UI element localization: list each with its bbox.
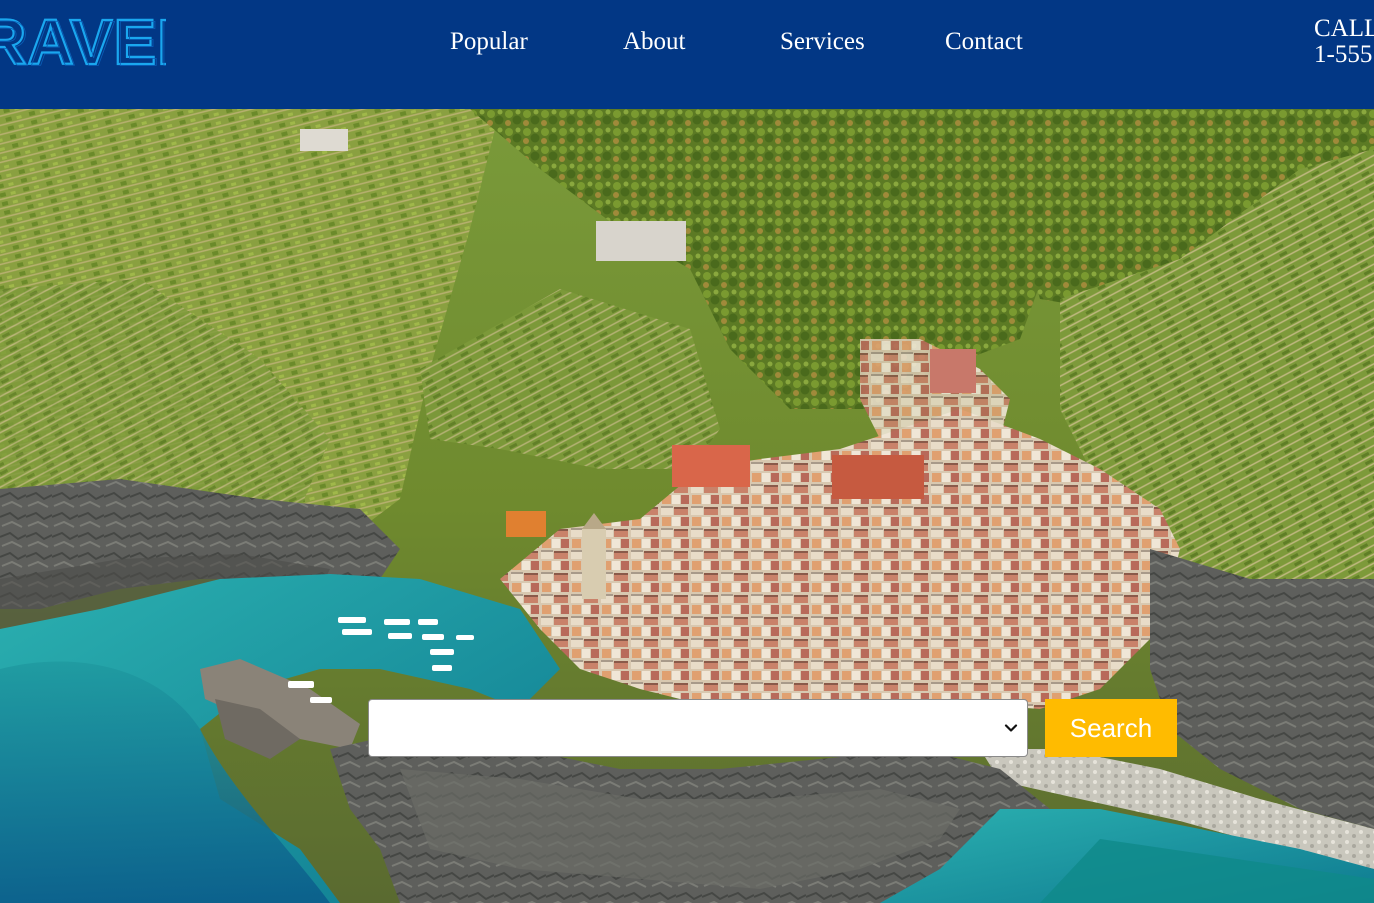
travel-homepage: TRAVEL TRAVEL Popular About Services Con… [0,0,1374,903]
nav-about[interactable]: About [623,28,686,56]
nav-popular[interactable]: Popular [450,28,528,56]
coastal-village-image [0,109,1374,903]
call-phone[interactable]: CALL 1-555 [1314,16,1374,68]
phone-number: 1-555 [1314,41,1373,68]
search-button[interactable]: Search [1045,699,1177,757]
call-label: CALL [1314,15,1374,42]
hero-banner [0,109,1374,903]
nav-services[interactable]: Services [780,28,865,56]
site-header: TRAVEL TRAVEL Popular About Services Con… [0,0,1374,109]
nav-contact[interactable]: Contact [945,28,1023,56]
logo-text-shadow: TRAVEL [0,14,166,70]
destination-select[interactable] [368,699,1028,757]
travel-logo[interactable]: TRAVEL TRAVEL [0,14,166,70]
